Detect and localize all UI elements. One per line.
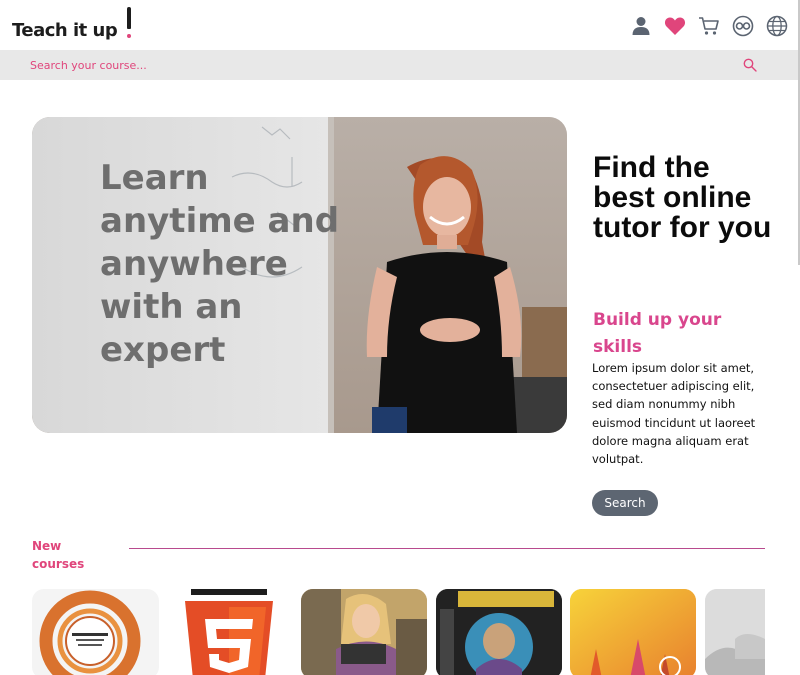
search-input[interactable] [30, 55, 710, 75]
heart-icon[interactable] [664, 15, 686, 37]
course-card-festival[interactable] [570, 589, 696, 675]
course-card-student[interactable] [301, 589, 427, 675]
section-divider [129, 548, 765, 549]
course-card-html5[interactable] [171, 589, 287, 675]
hero-image: Learn anytime and anywhere with an exper… [32, 117, 567, 433]
html5-logo-icon [185, 589, 273, 675]
course-card-fullstack[interactable] [32, 589, 159, 675]
logo-exclamation-icon [127, 7, 131, 38]
promo-subtitle: Build up your skills [593, 310, 722, 357]
new-courses-label: New courses [32, 539, 85, 571]
course-thumbnail-image [705, 589, 765, 675]
course-thumbnail-image [301, 589, 427, 675]
hero-headline: Learn anytime and anywhere with an exper… [100, 158, 340, 370]
currency-icon[interactable] [732, 15, 754, 37]
header-icons [630, 15, 788, 37]
promo-description: Lorem ipsum dolor sit amet, consectetuer… [592, 361, 756, 467]
site-header: Teach it up [0, 0, 800, 50]
course-thumbnail-image [570, 589, 696, 675]
cart-icon[interactable] [698, 15, 720, 37]
site-logo[interactable]: Teach it up [12, 20, 118, 41]
course-card-misty[interactable] [705, 589, 765, 675]
user-icon[interactable] [630, 15, 652, 37]
course-card-comic[interactable] [436, 589, 562, 675]
course-thumbnail-image [436, 589, 562, 675]
search-icon[interactable] [743, 58, 757, 72]
promo-title: Find the best online tutor for you [593, 151, 772, 244]
globe-icon[interactable] [766, 15, 788, 37]
course-thumbnail-image [39, 590, 141, 675]
search-bar [0, 50, 800, 80]
search-button[interactable]: Search [592, 490, 658, 516]
